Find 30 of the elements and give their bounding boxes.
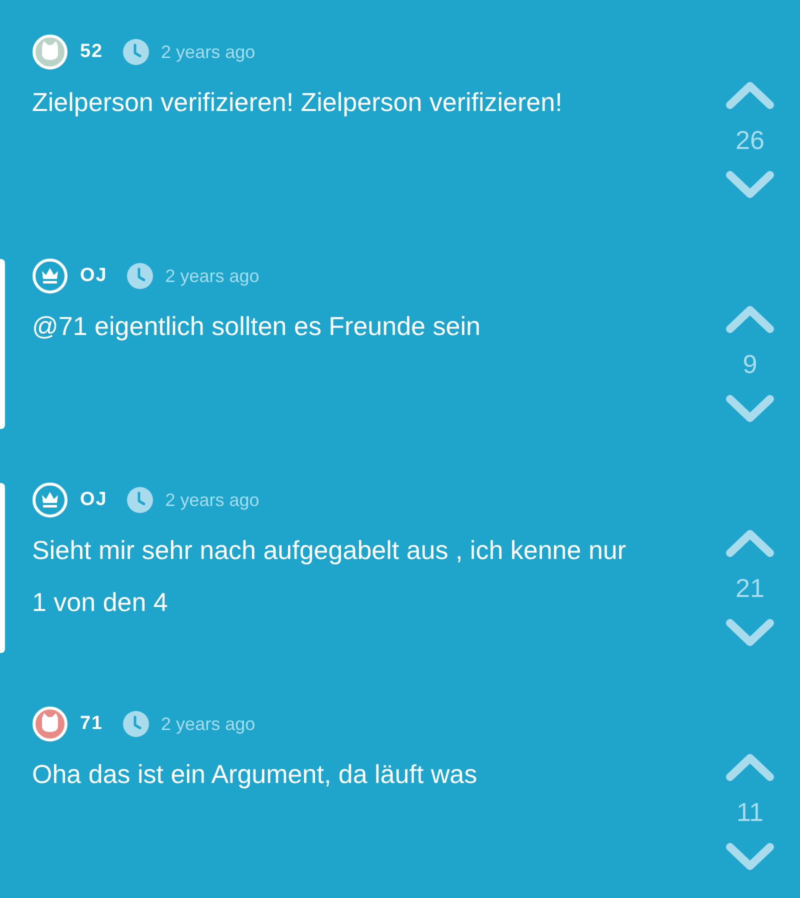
upvote-icon[interactable] [725,752,775,782]
timestamp: 2 years ago [165,264,260,288]
clock-icon [123,711,150,737]
comment-text: Oha das ist ein Argument, da läuft was [32,758,478,791]
upvote-icon[interactable] [725,304,775,334]
clock-icon [127,487,154,513]
vote-count: 9 [742,348,758,381]
comment-text: Sieht mir sehr nach aufgegabelt aus , ich kenne nur 1 von den 4 [32,534,628,619]
downvote-icon[interactable] [725,618,775,648]
clock-icon [123,39,150,65]
comment-text: @71 eigentlich sollten es Freunde sein [32,310,482,343]
comment-text: Zielperson verifizieren! Zielperson verifizieren! [32,86,564,119]
downvote-icon[interactable] [725,170,775,200]
vote-count: 26 [736,124,764,157]
vote-count: 21 [736,572,764,605]
downvote-icon[interactable] [725,394,775,424]
author-name: 71 [80,712,104,736]
upvote-icon[interactable] [725,528,775,558]
vote-count: 11 [736,796,764,829]
timestamp: 2 years ago [161,40,256,64]
clock-icon [127,263,154,289]
upvote-icon[interactable] [725,80,775,110]
downvote-icon[interactable] [725,842,775,872]
timestamp: 2 years ago [161,712,256,736]
crown-icon [32,482,68,518]
crown-icon [32,258,68,294]
timestamp: 2 years ago [165,488,260,512]
author-name: OJ [80,488,108,512]
author-name: OJ [80,264,108,288]
author-name: 52 [80,40,104,64]
